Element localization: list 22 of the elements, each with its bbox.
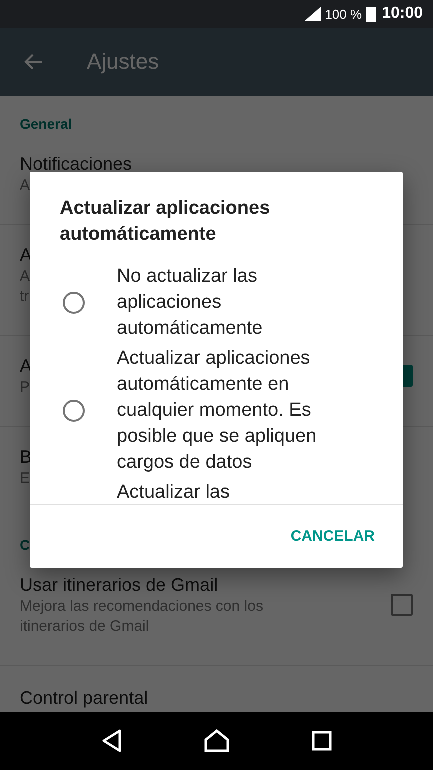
setting-title: Control parental — [20, 687, 148, 710]
setting-title: Usar itinerarios de Gmail — [20, 574, 218, 597]
back-icon[interactable] — [100, 729, 123, 753]
radio-button[interactable] — [62, 292, 84, 314]
radio-option[interactable]: Actualizar las — [30, 478, 403, 504]
dialog-title: Actualizar aplicaciones automáticamente — [59, 197, 272, 247]
battery-level: 100 % — [325, 6, 362, 22]
signal-icon — [305, 7, 322, 21]
settings-row[interactable]: Control parental — [0, 666, 433, 712]
setting-title: Notificaciones — [20, 153, 132, 176]
clock: 10:00 — [382, 5, 423, 23]
screen-title: Ajustes — [87, 49, 160, 75]
home-icon[interactable] — [204, 729, 230, 753]
section-header: General — [20, 116, 72, 132]
radio-option[interactable]: No actualizar las aplicaciones automáticamente — [30, 262, 403, 344]
cancel-button[interactable]: CANCELAR — [282, 520, 383, 553]
radio-option[interactable]: Actualizar aplicaciones automáticamente en cualquier momento. Es posible que se apliquen cargos de datos — [30, 344, 403, 478]
battery-icon — [366, 6, 376, 22]
recents-icon[interactable] — [312, 731, 332, 751]
radio-button[interactable] — [62, 400, 84, 422]
checkbox[interactable] — [391, 594, 413, 616]
section-header: C — [20, 537, 30, 553]
